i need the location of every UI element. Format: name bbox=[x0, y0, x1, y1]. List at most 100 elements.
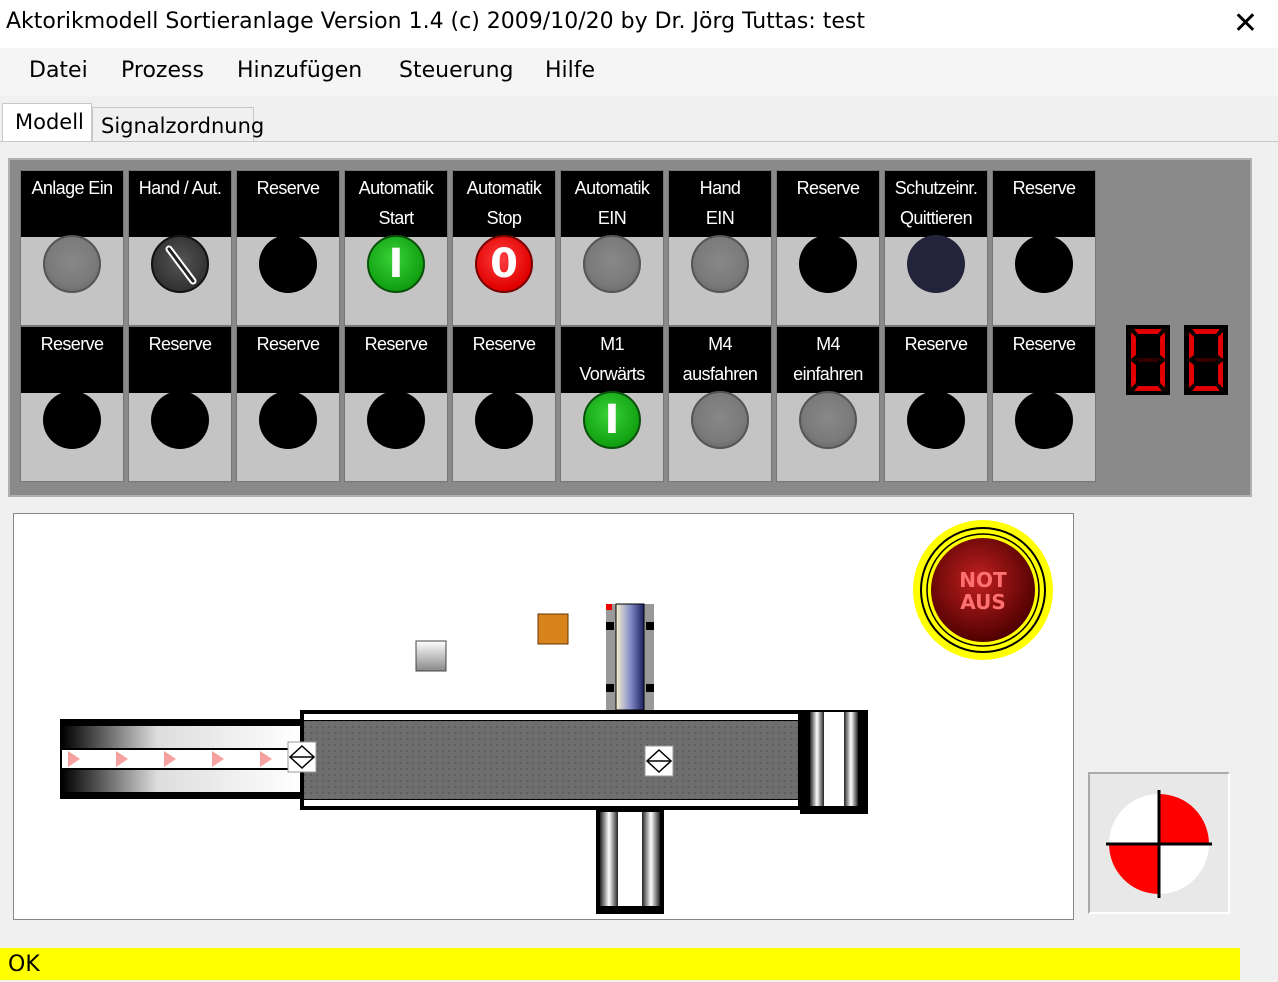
panel-cell-r2c10: Reserve bbox=[992, 326, 1096, 482]
panel-label: Anlage Ein bbox=[21, 171, 123, 237]
panel-label: M4 ausfahren bbox=[669, 327, 771, 393]
button-glyph: 0 bbox=[490, 241, 518, 287]
control-panel: Anlage Ein Hand / Aut. Reserve Automatik St… bbox=[8, 158, 1252, 497]
pusher-cylinder bbox=[606, 603, 654, 711]
tab-divider bbox=[0, 141, 1278, 142]
panel-label: Hand EIN bbox=[669, 171, 771, 237]
panel-label: Schutzeinr. Quittieren bbox=[885, 171, 987, 237]
pushbutton-lamp[interactable] bbox=[259, 235, 317, 293]
panel-cell-r2c4: Reserve bbox=[344, 326, 448, 482]
pushbutton-lamp[interactable] bbox=[691, 391, 749, 449]
emergency-stop-button[interactable]: NOT AUS bbox=[913, 520, 1053, 660]
key-switch[interactable] bbox=[151, 235, 209, 293]
panel-label: Reserve bbox=[993, 327, 1095, 393]
emergency-stop-line2: AUS bbox=[960, 590, 1006, 614]
segment-a bbox=[1192, 329, 1220, 334]
close-icon[interactable]: ✕ bbox=[1233, 6, 1258, 41]
pushbutton-lamp[interactable] bbox=[691, 235, 749, 293]
panel-label: M1 Vorwärts bbox=[561, 327, 663, 393]
panel-cell-r1c6: Automatik EIN bbox=[560, 170, 664, 326]
panel-label: Reserve bbox=[237, 171, 339, 237]
conveyor-scene: NOT AUS bbox=[60, 520, 1053, 914]
panel-label: Hand / Aut. bbox=[129, 171, 231, 237]
pushbutton-lamp[interactable]: 0 bbox=[475, 235, 533, 293]
chute-right bbox=[800, 710, 868, 814]
panel-cell-r1c8: Reserve bbox=[776, 170, 880, 326]
segment-g bbox=[1194, 358, 1218, 362]
menu-bar: Datei Prozess Hinzufügen Steuerung Hilfe bbox=[0, 48, 1278, 96]
sensor-indicator-icon bbox=[1106, 790, 1212, 898]
tab-modell[interactable]: Modell bbox=[2, 103, 92, 142]
panel-cell-r2c3: Reserve bbox=[236, 326, 340, 482]
segment-g bbox=[1136, 358, 1160, 362]
button-glyph: I bbox=[388, 241, 404, 287]
pushbutton-lamp[interactable] bbox=[43, 235, 101, 293]
workpiece-orange bbox=[537, 613, 569, 645]
pushbutton-lamp[interactable] bbox=[907, 391, 965, 449]
panel-label: Automatik Start bbox=[345, 171, 447, 237]
panel-cell-r1c9: Schutzeinr. Quittieren bbox=[884, 170, 988, 326]
pushbutton-lamp[interactable] bbox=[475, 391, 533, 449]
menu-steuerung[interactable]: Steuerung bbox=[399, 58, 514, 83]
key-switch-icon bbox=[165, 245, 197, 285]
panel-label: Reserve bbox=[885, 327, 987, 393]
pushbutton-lamp[interactable] bbox=[151, 391, 209, 449]
panel-label: Reserve bbox=[237, 327, 339, 393]
panel-cell-r2c2: Reserve bbox=[128, 326, 232, 482]
status-bar: OK bbox=[0, 948, 1240, 980]
menu-hinzufuegen[interactable]: Hinzufügen bbox=[237, 58, 362, 83]
pushbutton-lamp[interactable] bbox=[799, 235, 857, 293]
panel-cell-r2c7: M4 ausfahren bbox=[668, 326, 772, 482]
panel-cell-r2c9: Reserve bbox=[884, 326, 988, 482]
button-glyph: I bbox=[604, 397, 620, 443]
pushbutton-lamp[interactable]: I bbox=[367, 235, 425, 293]
panel-label: Automatik EIN bbox=[561, 171, 663, 237]
panel-cell-r1c2: Hand / Aut. bbox=[128, 170, 232, 326]
pushbutton-lamp[interactable]: I bbox=[583, 391, 641, 449]
tab-strip: Modell Signalzordnung bbox=[0, 100, 1278, 142]
panel-cell-r1c7: Hand EIN bbox=[668, 170, 772, 326]
menu-datei[interactable]: Datei bbox=[29, 58, 88, 83]
panel-cell-r2c6: M1 Vorwärts I bbox=[560, 326, 664, 482]
pushbutton-lamp[interactable] bbox=[1015, 391, 1073, 449]
tab-signalzordnung[interactable]: Signalzordnung bbox=[92, 107, 264, 142]
panel-cell-r1c10: Reserve bbox=[992, 170, 1096, 326]
panel-label: Automatik Stop bbox=[453, 171, 555, 237]
panel-label: M4 einfahren bbox=[777, 327, 879, 393]
pushbutton-lamp[interactable] bbox=[907, 235, 965, 293]
pushbutton-lamp[interactable] bbox=[43, 391, 101, 449]
workpiece-metal bbox=[415, 640, 447, 672]
panel-cell-r1c4: Automatik Start I bbox=[344, 170, 448, 326]
segment-a bbox=[1134, 329, 1162, 334]
title-bar: Aktorikmodell Sortieranlage Version 1.4 … bbox=[0, 0, 1278, 48]
sensor-middle-icon bbox=[644, 745, 674, 777]
sensor-indicator-box bbox=[1088, 772, 1230, 914]
menu-hilfe[interactable]: Hilfe bbox=[545, 58, 595, 83]
emergency-stop-line1: NOT bbox=[959, 568, 1007, 592]
segment-d bbox=[1192, 386, 1220, 391]
panel-cell-r1c3: Reserve bbox=[236, 170, 340, 326]
panel-label: Reserve bbox=[129, 327, 231, 393]
panel-label: Reserve bbox=[21, 327, 123, 393]
panel-label: Reserve bbox=[345, 327, 447, 393]
sensor-entry-icon bbox=[287, 741, 317, 773]
menu-prozess[interactable]: Prozess bbox=[121, 58, 204, 83]
plant-model-canvas: NOT AUS bbox=[13, 513, 1074, 920]
seven-segment-display bbox=[1126, 325, 1228, 395]
panel-label: Reserve bbox=[453, 327, 555, 393]
panel-cell-r1c5: Automatik Stop 0 bbox=[452, 170, 556, 326]
window-title: Aktorikmodell Sortieranlage Version 1.4 … bbox=[6, 9, 865, 34]
panel-cell-r2c1: Reserve bbox=[20, 326, 124, 482]
panel-label: Reserve bbox=[993, 171, 1095, 237]
pushbutton-lamp[interactable] bbox=[799, 391, 857, 449]
pushbutton-lamp[interactable] bbox=[367, 391, 425, 449]
conveyor-belt bbox=[300, 710, 802, 810]
chute-bottom bbox=[596, 810, 664, 914]
segment-d bbox=[1134, 386, 1162, 391]
feed-tube bbox=[60, 719, 300, 799]
panel-cell-r1c1: Anlage Ein bbox=[20, 170, 124, 326]
pushbutton-lamp[interactable] bbox=[583, 235, 641, 293]
pushbutton-lamp[interactable] bbox=[1015, 235, 1073, 293]
panel-cell-r2c5: Reserve bbox=[452, 326, 556, 482]
pushbutton-lamp[interactable] bbox=[259, 391, 317, 449]
